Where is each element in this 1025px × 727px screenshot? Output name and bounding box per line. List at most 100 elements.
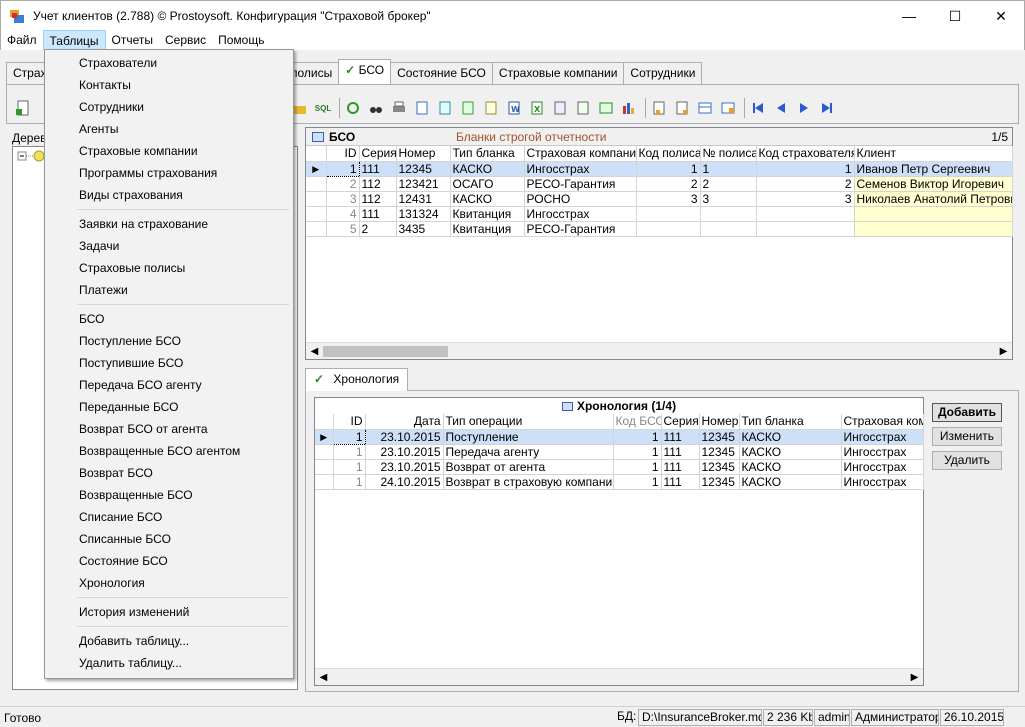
- cell[interactable]: Ингосстрах: [841, 474, 924, 490]
- cell[interactable]: 1: [700, 161, 757, 177]
- menu-item-history[interactable]: История изменений: [45, 601, 293, 623]
- cell[interactable]: 12345: [699, 459, 740, 475]
- cell[interactable]: [854, 221, 1013, 237]
- col-header[interactable]: Номер: [396, 146, 451, 162]
- table-row[interactable]: 2 112 123421 ОСАГО РЕСО-Гарантия 2 2 2 С…: [306, 176, 1013, 192]
- export-icon-4[interactable]: [550, 98, 570, 118]
- cell[interactable]: 24.10.2015: [365, 474, 444, 490]
- bso-table[interactable]: ID Серия Номер Тип бланка Страховая комп…: [306, 146, 1013, 237]
- cell[interactable]: 23.10.2015: [365, 459, 444, 475]
- menu-item-bso-returned[interactable]: Возвращенные БСО: [45, 484, 293, 506]
- cell[interactable]: 2: [359, 221, 397, 237]
- export-icon-6[interactable]: [596, 98, 616, 118]
- cell[interactable]: РЕСО-Гарантия: [524, 176, 637, 192]
- cell[interactable]: 12345: [396, 161, 451, 177]
- col-header[interactable]: № полиса: [700, 146, 757, 162]
- chrono-hscrollbar[interactable]: ◀ ▶: [315, 668, 923, 685]
- menu-item-add-table[interactable]: Добавить таблицу...: [45, 630, 293, 652]
- menu-item-bso-writtenoff[interactable]: Списанные БСО: [45, 528, 293, 550]
- col-header[interactable]: Тип бланка: [739, 414, 842, 430]
- cell[interactable]: 111: [661, 459, 700, 475]
- table-row[interactable]: ▶ 1 23.10.2015 Поступление 1 111 12345 К…: [315, 428, 924, 445]
- minimize-button[interactable]: —: [886, 1, 932, 31]
- refresh-icon[interactable]: [343, 98, 363, 118]
- last-record-icon[interactable]: [817, 98, 837, 118]
- cell[interactable]: Ингосстрах: [524, 206, 637, 222]
- col-header[interactable]: Код страхователя: [756, 146, 855, 162]
- export-icon-2[interactable]: [458, 98, 478, 118]
- cell[interactable]: 3: [636, 191, 701, 207]
- tab-insurers[interactable]: Страховые компании: [491, 62, 625, 84]
- cell[interactable]: КАСКО: [739, 459, 842, 475]
- cell[interactable]: 12345: [699, 429, 740, 445]
- col-header[interactable]: Код полиса: [636, 146, 701, 162]
- menu-item-bso[interactable]: БСО: [45, 308, 293, 330]
- cell[interactable]: 4: [326, 206, 360, 222]
- cell[interactable]: 3: [756, 191, 855, 207]
- scroll-left-icon[interactable]: ◀: [315, 672, 332, 683]
- cell[interactable]: 111: [359, 161, 397, 177]
- settings-icon[interactable]: [718, 98, 738, 118]
- tab-clients[interactable]: Страх: [6, 62, 47, 84]
- col-header[interactable]: Тип бланка: [450, 146, 525, 162]
- cell[interactable]: 23.10.2015: [365, 429, 444, 445]
- filter-icon[interactable]: [672, 98, 692, 118]
- next-record-icon[interactable]: [794, 98, 814, 118]
- menu-service[interactable]: Сервис: [159, 30, 212, 50]
- menu-item-insurance-types[interactable]: Виды страхования: [45, 184, 293, 206]
- cell[interactable]: 111: [661, 429, 700, 445]
- cell[interactable]: [756, 221, 855, 237]
- cell[interactable]: 12345: [699, 444, 740, 460]
- cell[interactable]: [700, 206, 757, 222]
- cell[interactable]: КАСКО: [450, 161, 525, 177]
- table-row[interactable]: 1 24.10.2015 Возврат в страховую компани…: [315, 474, 924, 490]
- cell[interactable]: 111: [661, 444, 700, 460]
- cell[interactable]: КАСКО: [739, 444, 842, 460]
- col-header[interactable]: ID: [333, 414, 366, 430]
- cell[interactable]: Поступление: [443, 429, 614, 445]
- close-button[interactable]: ✕: [978, 1, 1024, 31]
- tab-bso[interactable]: ✓ БСО: [338, 59, 392, 84]
- cell[interactable]: РЕСО-Гарантия: [524, 221, 637, 237]
- print-icon[interactable]: [389, 98, 409, 118]
- col-header[interactable]: Страховая компания: [524, 146, 637, 162]
- cell[interactable]: 3435: [396, 221, 451, 237]
- col-header[interactable]: Серия: [359, 146, 397, 162]
- chrono-table[interactable]: ID Дата Тип операции Код БСО Серия Номер…: [315, 414, 924, 490]
- table-row[interactable]: ▶ 1 111 12345 КАСКО Ингосстрах 1 1 1 Ива…: [306, 160, 1013, 177]
- cell[interactable]: 5: [326, 221, 360, 237]
- cell[interactable]: 12431: [396, 191, 451, 207]
- cell[interactable]: КАСКО: [739, 474, 842, 490]
- cell[interactable]: 1: [333, 459, 366, 475]
- menu-item-programs[interactable]: Программы страхования: [45, 162, 293, 184]
- cell[interactable]: Возврат от агента: [443, 459, 614, 475]
- col-header[interactable]: Код БСО: [613, 414, 662, 430]
- cell[interactable]: 111: [359, 206, 397, 222]
- cell[interactable]: Иванов Петр Сергеевич: [854, 161, 1013, 177]
- delete-button[interactable]: Удалить: [932, 451, 1002, 470]
- prev-record-icon[interactable]: [771, 98, 791, 118]
- menu-item-tasks[interactable]: Задачи: [45, 235, 293, 257]
- cell[interactable]: 112: [359, 176, 397, 192]
- cell[interactable]: 3: [700, 191, 757, 207]
- menu-item-applications[interactable]: Заявки на страхование: [45, 213, 293, 235]
- cell[interactable]: РОСНО: [524, 191, 637, 207]
- bso-hscrollbar[interactable]: ◀ ▶: [306, 342, 1012, 359]
- edit-button[interactable]: Изменить: [932, 427, 1002, 446]
- new-record-icon[interactable]: [13, 98, 33, 118]
- table-row[interactable]: 1 23.10.2015 Передача агенту 1 111 12345…: [315, 444, 924, 460]
- tab-employees[interactable]: Сотрудники: [623, 62, 703, 84]
- word-icon[interactable]: W: [504, 98, 524, 118]
- menu-item-delete-table[interactable]: Удалить таблицу...: [45, 652, 293, 674]
- chart-icon[interactable]: [619, 98, 639, 118]
- menu-item-chronology[interactable]: Хронология: [45, 572, 293, 594]
- cell[interactable]: ОСАГО: [450, 176, 525, 192]
- menu-file[interactable]: Файл: [1, 30, 43, 50]
- col-header[interactable]: ID: [326, 146, 360, 162]
- cell[interactable]: [636, 221, 701, 237]
- cell[interactable]: [700, 221, 757, 237]
- cell[interactable]: 1: [333, 474, 366, 490]
- cell[interactable]: [756, 206, 855, 222]
- menu-item-bso-return[interactable]: Возврат БСО: [45, 462, 293, 484]
- binoculars-icon[interactable]: [366, 98, 386, 118]
